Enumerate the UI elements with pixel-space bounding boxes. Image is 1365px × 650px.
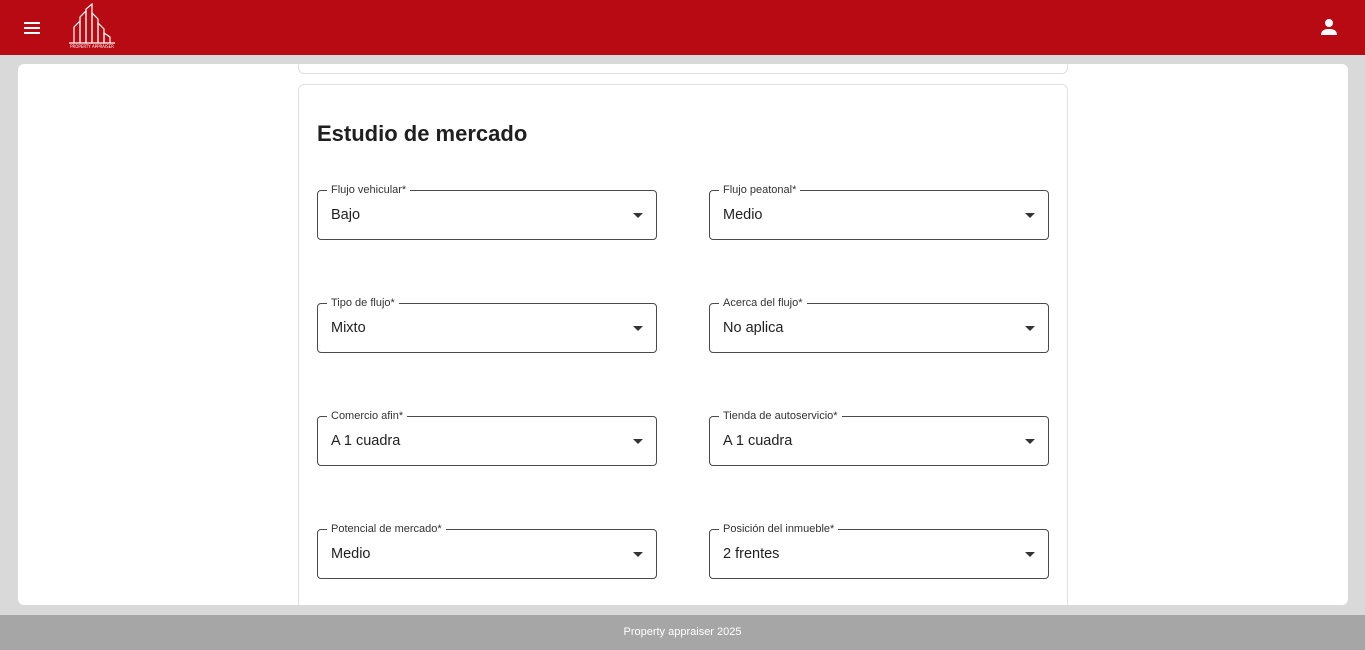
svg-text:PROPERTY APPRAISER: PROPERTY APPRAISER — [70, 44, 114, 49]
field-value: A 1 cuadra — [331, 433, 401, 449]
about-flow-select[interactable]: Acerca del flujo* No aplica — [709, 296, 1049, 353]
field-value: Medio — [331, 546, 371, 562]
field-value: No aplica — [723, 320, 784, 336]
dropdown-arrow-icon — [633, 439, 643, 444]
dropdown-arrow-icon — [633, 552, 643, 557]
self-service-store-select[interactable]: Tienda de autoservicio* A 1 cuadra — [709, 409, 1049, 466]
dropdown-arrow-icon — [1025, 213, 1035, 218]
field-label: Flujo vehicular* — [327, 183, 411, 197]
dropdown-arrow-icon — [633, 326, 643, 331]
dropdown-arrow-icon — [633, 213, 643, 218]
field-label: Acerca del flujo* — [719, 296, 807, 310]
property-position-select[interactable]: Posición del inmueble* 2 frentes — [709, 522, 1049, 579]
pedestrian-flow-select[interactable]: Flujo peatonal* Medio — [709, 183, 1049, 240]
vehicular-flow-select[interactable]: Flujo vehicular* Bajo — [317, 183, 657, 240]
menu-icon[interactable] — [20, 16, 44, 40]
field-label: Potencial de mercado* — [327, 522, 446, 536]
dropdown-arrow-icon — [1025, 552, 1035, 557]
field-label: Flujo peatonal* — [719, 183, 801, 197]
field-value: A 1 cuadra — [723, 433, 793, 449]
field-value: Bajo — [331, 207, 361, 223]
field-value: 2 frentes — [723, 546, 780, 562]
related-commerce-select[interactable]: Comercio afin* A 1 cuadra — [317, 409, 657, 466]
previous-section-card — [298, 64, 1068, 74]
main-content: Estudio de mercado Flujo vehicular* Bajo… — [18, 64, 1348, 605]
field-label: Posición del inmueble* — [719, 522, 839, 536]
field-value: Mixto — [331, 320, 366, 336]
field-label: Comercio afin* — [327, 409, 408, 423]
person-icon[interactable] — [1317, 15, 1341, 39]
section-title: Estudio de mercado — [317, 121, 528, 146]
top-app-bar: PROPERTY APPRAISER — [0, 0, 1365, 55]
dropdown-arrow-icon — [1025, 326, 1035, 331]
field-label: Tipo de flujo* — [327, 296, 399, 310]
field-label: Tienda de autoservicio* — [719, 409, 842, 423]
dropdown-arrow-icon — [1025, 439, 1035, 444]
footer-text: Property appraiser 2025 — [623, 626, 742, 638]
flow-type-select[interactable]: Tipo de flujo* Mixto — [317, 296, 657, 353]
property-appraiser-logo[interactable]: PROPERTY APPRAISER — [66, 2, 118, 49]
field-value: Medio — [723, 207, 763, 223]
market-potential-select[interactable]: Potencial de mercado* Medio — [317, 522, 657, 579]
footer: Property appraiser 2025 — [0, 615, 1365, 650]
market-study-card: Estudio de mercado Flujo vehicular* Bajo… — [298, 84, 1068, 605]
